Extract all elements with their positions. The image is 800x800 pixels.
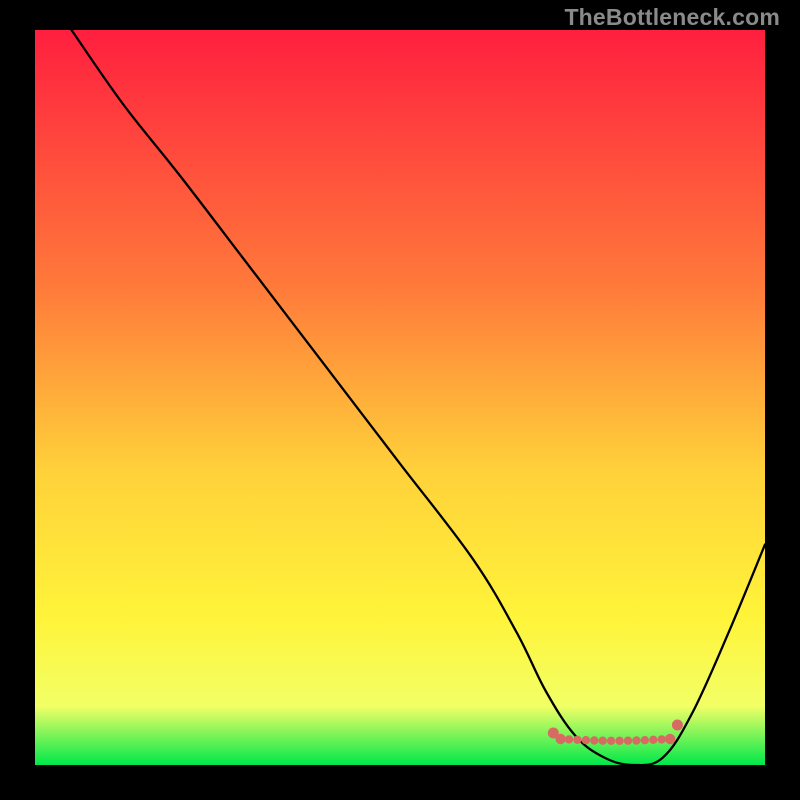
optimal-marker [632, 736, 640, 744]
optimal-marker [573, 736, 581, 744]
optimal-marker [641, 736, 649, 744]
optimal-marker [615, 737, 623, 745]
optimal-marker [599, 737, 607, 745]
optimal-marker [565, 735, 573, 743]
watermark-text: TheBottleneck.com [564, 4, 780, 31]
optimal-marker [582, 736, 590, 744]
optimal-marker [649, 736, 657, 744]
optimal-marker [624, 737, 632, 745]
optimal-marker-end [672, 720, 683, 731]
optimal-range-markers [548, 720, 683, 746]
optimal-marker [590, 736, 598, 744]
optimal-marker-end [548, 728, 559, 739]
optimal-marker [665, 734, 675, 744]
optimal-marker [658, 735, 666, 743]
bottleneck-curve [72, 30, 766, 765]
optimal-marker [607, 737, 615, 745]
curve-layer [35, 30, 765, 765]
plot-area [35, 30, 765, 765]
chart-frame: TheBottleneck.com [0, 0, 800, 800]
